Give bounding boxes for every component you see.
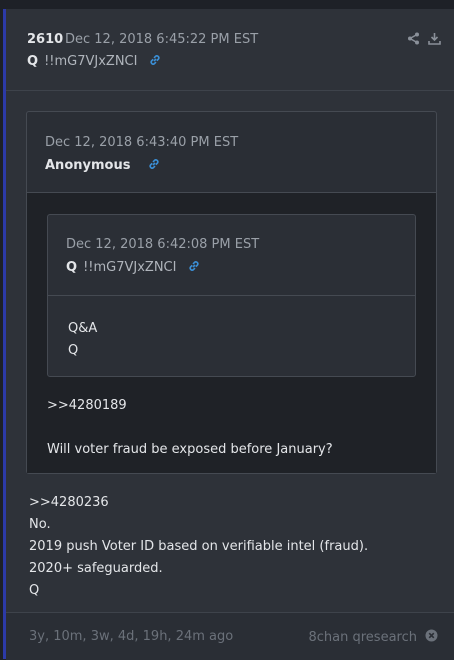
post-line: No. <box>29 517 51 532</box>
post-footer: 3y, 10m, 3w, 4d, 19h, 24m ago 8chan qres… <box>6 612 454 660</box>
post-actions <box>407 32 441 45</box>
nested-quote-line: Q&A <box>68 321 98 336</box>
post-age: 3y, 10m, 3w, 4d, 19h, 24m ago <box>29 629 234 644</box>
quoted-post-author-line: Anonymous <box>45 157 161 173</box>
source-label[interactable]: 8chan qresearch <box>309 630 418 645</box>
share-icon[interactable] <box>407 32 420 45</box>
nested-quote-author-line: Q !!mG7VJxZNCI <box>66 259 201 275</box>
post-line: 2019 push Voter ID based on verifiable i… <box>29 539 369 554</box>
link-icon[interactable] <box>148 53 162 67</box>
quoted-post-text: >>4280189 Will voter fraud be exposed be… <box>47 395 333 461</box>
download-icon[interactable] <box>428 32 441 45</box>
quoted-post-line <box>47 417 333 439</box>
quoted-post-body: Dec 12, 2018 6:42:08 PM EST Q !!mG7VJxZNC… <box>27 193 436 473</box>
quoted-post-timestamp: Dec 12, 2018 6:43:40 PM EST <box>45 135 239 150</box>
reply-link[interactable]: >>4280236 <box>29 492 368 514</box>
nested-quote-text: Q&A Q <box>68 318 97 362</box>
post-author: Q <box>27 54 39 69</box>
quoted-post-line: Will voter fraud be exposed before Janua… <box>47 442 333 457</box>
nested-quote-author: Q <box>66 260 78 275</box>
post-tripcode: !!mG7VJxZNCI <box>44 54 138 69</box>
post-line: 2020+ safeguarded. <box>29 561 163 576</box>
close-circle-icon[interactable] <box>425 629 438 646</box>
reply-link[interactable]: >>4280189 <box>47 395 333 417</box>
post-number[interactable]: 2610 <box>27 32 63 47</box>
nested-quote-line: Q <box>68 343 79 358</box>
link-icon[interactable] <box>147 157 161 171</box>
nested-quote-timestamp: Dec 12, 2018 6:42:08 PM EST <box>66 237 260 252</box>
quoted-post-anonymous: Dec 12, 2018 6:43:40 PM EST Anonymous De… <box>26 111 437 474</box>
post-line: Q <box>29 583 40 598</box>
post-author-line: Q !!mG7VJxZNCI <box>27 53 162 69</box>
link-icon[interactable] <box>187 259 201 273</box>
quoted-post-header: Dec 12, 2018 6:43:40 PM EST Anonymous <box>27 112 436 193</box>
post-card: 2610 Dec 12, 2018 6:45:22 PM EST Q !!mG7V… <box>3 9 454 660</box>
post-body: >>4280236 No. 2019 push Voter ID based o… <box>29 492 368 602</box>
post-timestamp: Dec 12, 2018 6:45:22 PM EST <box>65 32 259 47</box>
quoted-post-q: Dec 12, 2018 6:42:08 PM EST Q !!mG7VJxZNC… <box>47 214 416 377</box>
post-header: 2610 Dec 12, 2018 6:45:22 PM EST Q !!mG7V… <box>6 9 454 91</box>
post-source: 8chan qresearch <box>309 629 439 646</box>
nested-quote-header: Dec 12, 2018 6:42:08 PM EST Q !!mG7VJxZNC… <box>48 215 415 296</box>
quoted-post-author: Anonymous <box>45 158 131 173</box>
nested-quote-tripcode: !!mG7VJxZNCI <box>83 260 177 275</box>
